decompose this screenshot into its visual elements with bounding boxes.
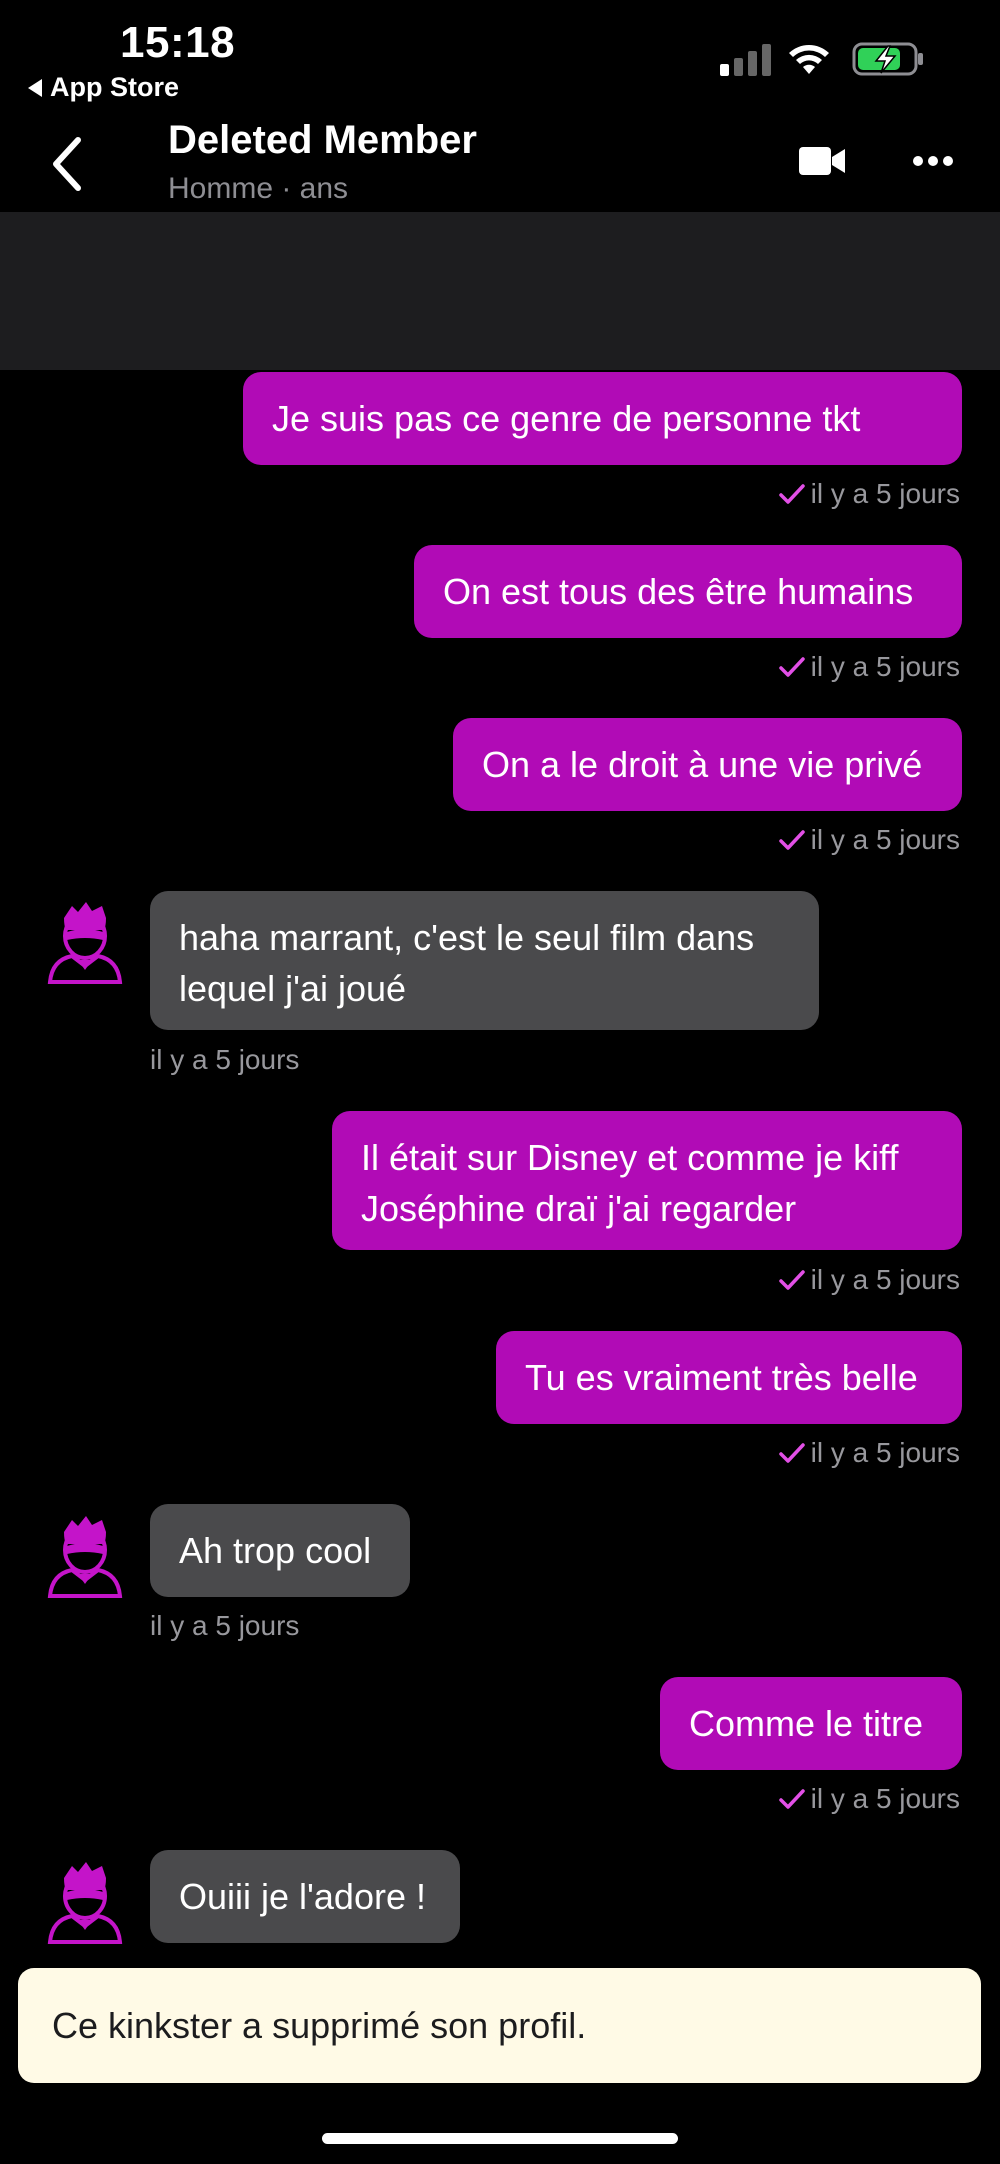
avatar-icon[interactable] — [42, 1858, 128, 1944]
avatar-icon[interactable] — [42, 898, 128, 984]
contact-details: Homme · ans — [168, 172, 349, 205]
message-bubble-sent[interactable]: Comme le titre — [660, 1677, 962, 1770]
message-timestamp: il y a 5 jours — [810, 1264, 960, 1295]
avatar-icon[interactable] — [42, 1512, 128, 1598]
message-timestamp: il y a 5 jours — [150, 1610, 300, 1641]
message-status: il y a 5 jours — [778, 651, 960, 683]
check-icon — [778, 1270, 805, 1290]
message-bubble-received[interactable]: Ah trop cool — [150, 1504, 410, 1597]
chat-header: Deleted Member Homme · ans — [0, 110, 1000, 212]
message-bubble-sent[interactable]: Je suis pas ce genre de personne tkt — [243, 372, 962, 465]
message-timestamp: il y a 5 jours — [150, 1044, 300, 1075]
message-timestamp: il y a 5 jours — [810, 478, 960, 509]
back-chevron-icon[interactable] — [44, 134, 94, 194]
message-timestamp: il y a 5 jours — [810, 651, 960, 682]
message-status: il y a 5 jours — [778, 478, 960, 510]
check-icon — [778, 1443, 805, 1463]
battery-charging-icon — [852, 42, 923, 76]
header-banner — [0, 212, 1000, 370]
message-bubble-sent[interactable]: On a le droit à une vie privé — [453, 718, 962, 811]
message-status: il y a 5 jours — [778, 1264, 960, 1296]
message-bubble-sent[interactable]: On est tous des être humains — [414, 545, 962, 638]
message-bubble-received[interactable]: Ouiii je l'adore ! — [150, 1850, 460, 1943]
video-camera-icon[interactable] — [798, 144, 846, 178]
message-status: il y a 5 jours — [778, 824, 960, 856]
back-to-app-link[interactable]: App Store — [28, 72, 179, 103]
profile-deleted-notice: Ce kinkster a supprimé son profil. — [18, 1968, 981, 2083]
check-icon — [778, 484, 805, 504]
notice-text: Ce kinkster a supprimé son profil. — [52, 2004, 587, 2046]
message-bubble-received[interactable]: haha marrant, c'est le seul film dans le… — [150, 891, 819, 1030]
message-timestamp: il y a 5 jours — [810, 1437, 960, 1468]
message-timestamp: il y a 5 jours — [810, 824, 960, 855]
message-timestamp: il y a 5 jours — [810, 1783, 960, 1814]
more-dots-icon[interactable] — [912, 150, 954, 172]
message-bubble-sent[interactable]: Il était sur Disney et comme je kiff Jos… — [332, 1111, 962, 1250]
check-icon — [778, 1789, 805, 1809]
check-icon — [778, 657, 805, 677]
contact-name[interactable]: Deleted Member — [168, 118, 477, 163]
status-time: 15:18 — [120, 18, 236, 67]
message-status: il y a 5 jours — [778, 1437, 960, 1469]
back-triangle-icon — [28, 78, 42, 97]
back-app-label: App Store — [50, 72, 180, 102]
home-indicator[interactable] — [322, 2133, 678, 2144]
signal-icon — [720, 44, 772, 76]
status-bar: 15:18 App Store — [0, 0, 1000, 110]
message-status: il y a 5 jours — [778, 1783, 960, 1815]
wifi-icon — [789, 45, 829, 74]
message-bubble-sent[interactable]: Tu es vraiment très belle — [496, 1331, 962, 1424]
check-icon — [778, 830, 805, 850]
